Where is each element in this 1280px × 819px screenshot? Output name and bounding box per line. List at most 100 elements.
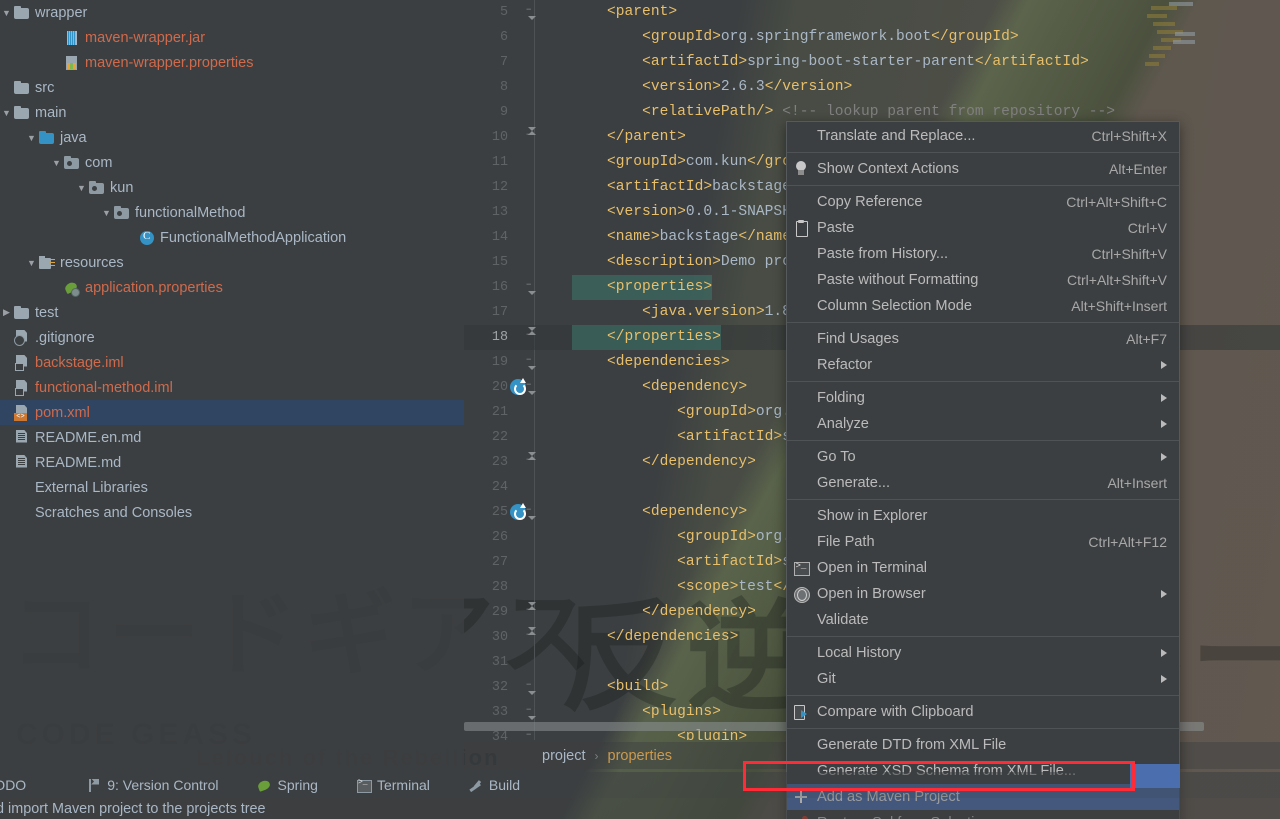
tree-item-application-properties[interactable]: application.properties (0, 275, 464, 300)
menu-item-local-history[interactable]: Local History (787, 640, 1179, 666)
code-text: </properties> (572, 325, 721, 350)
tool-window-tab-spring[interactable]: Spring (257, 777, 334, 793)
line-number: 20 (491, 380, 508, 395)
menu-item-file-path[interactable]: File Path Ctrl+Alt+F12 (787, 529, 1179, 555)
code-fold-toggle-icon[interactable] (524, 506, 536, 520)
menu-item-label: Compare with Clipboard (817, 704, 974, 720)
chevron-down-icon[interactable] (75, 183, 88, 193)
tree-item-wrapper[interactable]: wrapper (0, 0, 464, 25)
tree-item-scratches-and-consoles[interactable]: Scratches and Consoles (0, 500, 464, 525)
code-fold-toggle-icon[interactable] (524, 452, 536, 468)
tree-item-maven-wrapper-jar[interactable]: maven-wrapper.jar (0, 25, 464, 50)
tree-item-maven-wrapper-properties[interactable]: maven-wrapper.properties (0, 50, 464, 75)
tree-item-functionalmethod[interactable]: functionalMethod (0, 200, 464, 225)
code-fold-toggle-icon[interactable] (524, 381, 536, 395)
code-fold-toggle-icon[interactable] (524, 731, 535, 740)
chevron-down-icon[interactable] (0, 8, 13, 18)
tool-window-tab-build[interactable]: Build (468, 777, 536, 793)
line-number: 21 (491, 405, 508, 420)
code-line[interactable]: 8 <version>2.6.3</version> (464, 75, 1280, 100)
menu-item-translate-and-replace[interactable]: Translate and Replace... Ctrl+Shift+X (787, 123, 1179, 149)
code-fold-toggle-icon[interactable] (524, 602, 536, 618)
code-fold-toggle-icon[interactable] (524, 356, 536, 370)
menu-separator (787, 499, 1179, 500)
build-hammer-icon (468, 778, 483, 793)
tree-item-functionalmethodapplication[interactable]: FunctionalMethodApplication (0, 225, 464, 250)
menu-item-validate[interactable]: Validate (787, 607, 1179, 633)
menu-item-paste-from-history[interactable]: Paste from History... Ctrl+Shift+V (787, 241, 1179, 267)
line-number: 14 (491, 230, 508, 245)
code-line[interactable]: 6 <groupId>org.springframework.boot</gro… (464, 25, 1280, 50)
tool-window-tab-label: 9: Version Control (107, 777, 219, 793)
code-fold-toggle-icon[interactable] (524, 627, 536, 643)
line-number: 17 (491, 305, 508, 320)
code-fold-toggle-icon[interactable] (524, 6, 536, 20)
folder-icon (13, 105, 31, 121)
tree-item-functional-method-iml[interactable]: functional-method.iml (0, 375, 464, 400)
tree-item-kun[interactable]: kun (0, 175, 464, 200)
breadcrumb-root[interactable]: project (542, 748, 586, 764)
tool-window-tab-terminal[interactable]: Terminal (356, 777, 446, 793)
tree-item-main[interactable]: main (0, 100, 464, 125)
tree-item-pom-xml[interactable]: <> pom.xml (0, 400, 464, 425)
menu-item-generate-dtd-from-xml-file[interactable]: Generate DTD from XML File (787, 732, 1179, 758)
tree-icon-placeholder (13, 480, 31, 496)
tree-item-backstage-iml[interactable]: backstage.iml (0, 350, 464, 375)
globe-icon (793, 586, 810, 603)
menu-item-go-to[interactable]: Go To (787, 444, 1179, 470)
code-fold-toggle-icon[interactable] (524, 681, 536, 695)
menu-item-find-usages[interactable]: Find Usages Alt+F7 (787, 326, 1179, 352)
menu-item-generate[interactable]: Generate... Alt+Insert (787, 470, 1179, 496)
chevron-down-icon[interactable] (25, 133, 38, 143)
tree-item-resources[interactable]: resources (0, 250, 464, 275)
chevron-down-icon[interactable] (25, 258, 38, 268)
chevron-right-icon[interactable] (0, 307, 13, 318)
line-number: 5 (499, 5, 508, 20)
menu-item-show-context-actions[interactable]: Show Context Actions Alt+Enter (787, 156, 1179, 182)
code-line[interactable]: 7 <artifactId>spring-boot-starter-parent… (464, 50, 1280, 75)
tree-item-gitignore[interactable]: .gitignore (0, 325, 464, 350)
menu-item-column-selection-mode[interactable]: Column Selection Mode Alt+Shift+Insert (787, 293, 1179, 319)
menu-item-copy-reference[interactable]: Copy Reference Ctrl+Alt+Shift+C (787, 189, 1179, 215)
menu-item-refactor[interactable]: Refactor (787, 352, 1179, 378)
menu-item-compare-with-clipboard[interactable]: Compare with Clipboard (787, 699, 1179, 725)
tree-item-src[interactable]: src (0, 75, 464, 100)
tool-window-tab-todo[interactable]: TODO (0, 777, 42, 793)
tree-item-com[interactable]: com (0, 150, 464, 175)
menu-item-analyze[interactable]: Analyze (787, 411, 1179, 437)
tree-item-readme-md[interactable]: README.md (0, 450, 464, 475)
tool-window-bar[interactable]: TODO 9: Version Control Spring Terminal Buil… (0, 772, 1280, 798)
menu-item-folding[interactable]: Folding (787, 385, 1179, 411)
menu-item-paste-without-formatting[interactable]: Paste without Formatting Ctrl+Alt+Shift+V (787, 267, 1179, 293)
editor-context-menu[interactable]: Translate and Replace... Ctrl+Shift+X Show… (786, 121, 1180, 819)
tree-item-readme-en-md[interactable]: README.en.md (0, 425, 464, 450)
breadcrumb-current[interactable]: properties (608, 748, 672, 764)
iml-icon (13, 380, 31, 396)
menu-item-paste[interactable]: Paste Ctrl+V (787, 215, 1179, 241)
tree-item-external-libraries[interactable]: External Libraries (0, 475, 464, 500)
menu-item-shortcut: Ctrl+V (1127, 220, 1167, 236)
menu-item-open-in-terminal[interactable]: Open in Terminal (787, 555, 1179, 581)
code-line[interactable]: 5 <parent> (464, 0, 1280, 25)
chevron-down-icon[interactable] (100, 208, 113, 218)
code-fold-toggle-icon[interactable] (524, 327, 536, 343)
chevron-down-icon[interactable] (0, 108, 13, 118)
chevron-down-icon[interactable] (50, 158, 63, 168)
tool-window-tab-9-version-control[interactable]: 9: Version Control (86, 777, 234, 793)
code-fold-toggle-icon[interactable] (524, 127, 536, 143)
jar-icon (63, 30, 81, 46)
code-text: </dependency> (642, 454, 756, 470)
project-tree-panel[interactable]: wrapper maven-wrapper.jar maven-wrapper.pr… (0, 0, 464, 790)
menu-item-label: Generate DTD from XML File (817, 737, 1007, 753)
code-fold-toggle-icon[interactable] (524, 706, 536, 720)
menu-item-label: Generate... (817, 475, 891, 491)
menu-item-git[interactable]: Git (787, 666, 1179, 692)
code-text: </dependency> (642, 604, 756, 620)
tree-item-test[interactable]: test (0, 300, 464, 325)
code-fold-toggle-icon[interactable] (524, 281, 536, 295)
menu-item-show-in-explorer[interactable]: Show in Explorer (787, 503, 1179, 529)
menu-separator (787, 152, 1179, 153)
tree-item-java[interactable]: java (0, 125, 464, 150)
code-text: <artifactId>spring-boot-starter-parent</… (642, 54, 1089, 70)
menu-item-open-in-browser[interactable]: Open in Browser (787, 581, 1179, 607)
